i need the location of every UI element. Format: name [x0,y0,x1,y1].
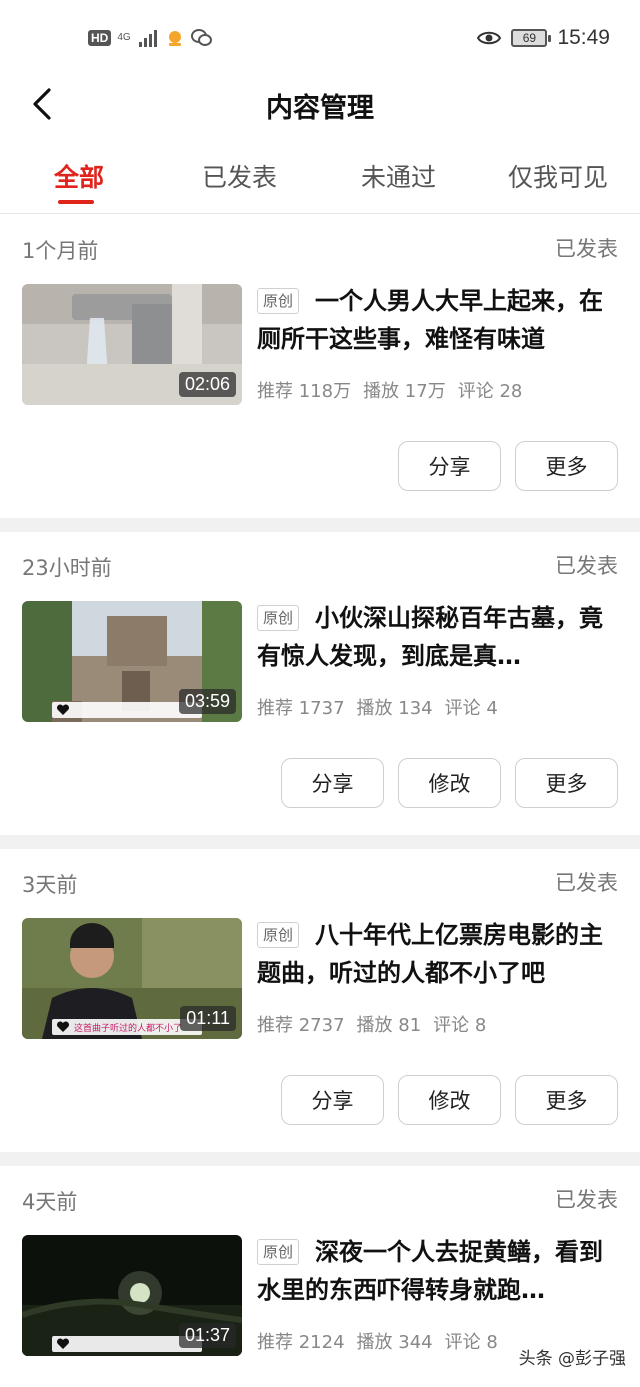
comment-count: 评论 4 [444,698,498,719]
network-type: 4G [117,32,131,43]
watermark: 头条 @彭子强 [518,1349,626,1369]
wechat-icon [190,29,212,46]
tab-private[interactable]: 仅我可见 [508,158,608,194]
signal-icon [138,30,157,47]
tab-published[interactable]: 已发表 [202,158,277,194]
hd-indicator: HD [88,30,112,46]
video-thumbnail[interactable]: 02:06 [22,284,242,405]
list-item: 23小时前 已发表 03:59 原创 小伙深山探秘百年古墓，竟有惊人发现，到底是… [0,532,640,835]
article-title[interactable]: 八十年代上亿票房电影的主题曲，听过的人都不小了吧 [257,916,617,992]
play-count: 播放 81 [356,1015,422,1036]
stats-row: 推荐 1737 播放 134 评论 4 [257,694,498,720]
publish-time: 3天前 [22,873,78,897]
more-button[interactable]: 更多 [515,441,618,491]
active-tab-indicator [58,200,94,204]
share-button[interactable]: 分享 [281,1075,384,1125]
article-title[interactable]: 一个人男人大早上起来，在厕所干这些事，难怪有味道 [257,282,617,358]
divider [0,518,640,532]
caption-text: 这首曲子听过的人都不小了 [74,1023,183,1034]
play-count: 播放 17万 [363,381,446,402]
status-label: 已发表 [555,1188,618,1212]
comment-count: 评论 8 [444,1332,498,1353]
play-count: 播放 134 [356,698,433,719]
recommend-count: 推荐 2124 [257,1332,345,1353]
app-notification-icon [168,31,181,46]
comment-count: 评论 8 [433,1015,487,1036]
video-duration: 03:59 [178,689,236,714]
video-thumbnail[interactable]: 01:37 [22,1235,242,1356]
share-button[interactable]: 分享 [281,758,384,808]
status-label: 已发表 [555,871,618,895]
heart-icon [56,1338,70,1349]
share-button[interactable]: 分享 [398,441,501,491]
page-title: 内容管理 [266,93,374,124]
battery-indicator: 69 [511,29,552,47]
list-item: 1个月前 已发表 02:06 原创 一个人男人大早上起来，在厕所干这些事，难怪有… [0,215,640,518]
action-buttons: 分享 更多 [398,441,618,491]
status-label: 已发表 [555,237,618,261]
video-thumbnail[interactable]: 03:59 [22,601,242,722]
app-header: 内容管理 [0,76,640,136]
edit-button[interactable]: 修改 [398,1075,501,1125]
tab-rejected[interactable]: 未通过 [361,158,436,194]
edit-button[interactable]: 修改 [398,758,501,808]
recommend-count: 推荐 2737 [257,1015,345,1036]
list-item: 4天前 已发表 01:37 原创 深夜一个人去捉黄鳝，看到水里的东西吓得转身就跑… [0,1166,640,1366]
recommend-count: 推荐 1737 [257,698,345,719]
status-left: HD 4G [88,28,213,48]
more-button[interactable]: 更多 [515,758,618,808]
heart-icon [56,704,70,715]
article-title[interactable]: 小伙深山探秘百年古墓，竟有惊人发现，到底是真… [257,599,617,675]
tab-all[interactable]: 全部 [54,158,104,194]
video-duration: 01:11 [180,1006,236,1031]
article-title[interactable]: 深夜一个人去捉黄鳝，看到水里的东西吓得转身就跑… [257,1233,617,1309]
more-button[interactable]: 更多 [515,1075,618,1125]
recommend-count: 推荐 118万 [257,381,352,402]
list-item: 3天前 已发表 这首曲子听过的人都不小了 01:11 原创 八十年代上亿票房电影… [0,849,640,1152]
eye-icon [477,31,502,45]
video-thumbnail[interactable]: 这首曲子听过的人都不小了 01:11 [22,918,242,1039]
video-duration: 02:06 [178,372,236,397]
comment-count: 评论 28 [457,381,523,402]
divider [0,1152,640,1166]
status-bar: HD 4G 69 15:49 [0,0,640,76]
stats-row: 推荐 2737 播放 81 评论 8 [257,1011,486,1037]
stats-row: 推荐 2124 播放 344 评论 8 [257,1328,498,1354]
content-list: 1个月前 已发表 02:06 原创 一个人男人大早上起来，在厕所干这些事，难怪有… [0,215,640,1366]
action-buttons: 分享 修改 更多 [281,1075,618,1125]
status-label: 已发表 [555,554,618,578]
stats-row: 推荐 118万 播放 17万 评论 28 [257,377,522,403]
publish-time: 4天前 [22,1190,78,1214]
heart-icon [56,1021,70,1032]
video-duration: 01:37 [178,1323,236,1348]
publish-time: 1个月前 [22,239,99,263]
clock: 15:49 [557,26,610,49]
action-buttons: 分享 修改 更多 [281,758,618,808]
tab-bar: 全部 已发表 未通过 仅我可见 [0,150,640,214]
publish-time: 23小时前 [22,556,112,580]
play-count: 播放 344 [356,1332,433,1353]
status-right: 69 15:49 [477,26,610,50]
divider [0,835,640,849]
